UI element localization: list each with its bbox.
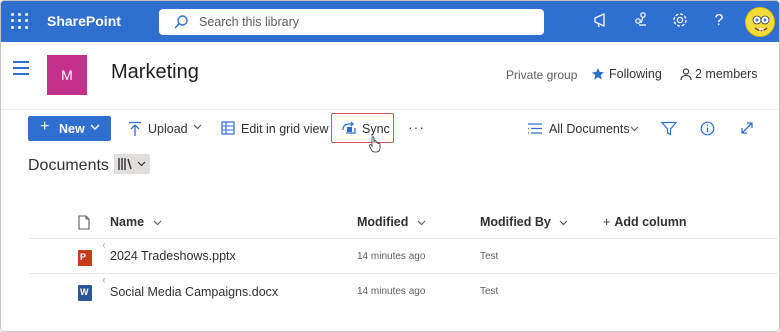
search-input[interactable]: Search this library [159, 9, 544, 35]
table-row[interactable]: W ⁽ Social Media Campaigns.docx 14 minut… [28, 273, 778, 307]
file-type-icon[interactable] [78, 215, 90, 230]
site-title[interactable]: Marketing [111, 61, 199, 84]
site-logo[interactable]: M [47, 55, 87, 95]
avatar[interactable] [745, 7, 775, 37]
new-button[interactable]: + New [28, 116, 111, 141]
chevron-down-icon [417, 220, 426, 226]
gear-icon[interactable] [670, 11, 690, 31]
new-file-indicator-icon: ⁽ [103, 277, 106, 287]
column-modified-by-label: Modified By [480, 215, 551, 229]
star-icon [592, 68, 604, 80]
app-name[interactable]: SharePoint [47, 13, 121, 29]
table-header: Name Modified Modified By + Add column [1, 206, 779, 238]
share-icon[interactable] [631, 11, 651, 31]
sync-icon [342, 121, 356, 134]
modified-date: 14 minutes ago [357, 251, 426, 262]
modified-date: 14 minutes ago [357, 286, 426, 297]
library-icon [118, 158, 132, 170]
chevron-down-icon [630, 126, 639, 132]
modified-by: Test [480, 286, 499, 297]
megaphone-icon[interactable] [591, 11, 611, 31]
hamburger-menu-icon[interactable] [13, 61, 29, 75]
plus-icon: + [40, 118, 50, 135]
upload-icon [129, 121, 141, 136]
edit-grid-view-label: Edit in grid view [241, 122, 329, 136]
person-icon [680, 68, 692, 81]
library-title[interactable]: Documents [28, 157, 109, 175]
column-header-modified[interactable]: Modified [357, 215, 426, 229]
new-file-indicator-icon: ⁽ [103, 242, 106, 252]
column-name-label: Name [110, 215, 145, 229]
plus-icon: + [603, 215, 611, 229]
waffle-icon[interactable] [9, 11, 29, 31]
list-view-icon [528, 123, 542, 134]
chevron-down-icon [193, 124, 202, 130]
word-file-icon: W [78, 285, 92, 301]
library-view-button[interactable] [114, 154, 150, 174]
table-row[interactable]: P ⁽ 2024 Tradeshows.pptx 14 minutes ago … [28, 238, 778, 272]
chevron-down-icon [559, 220, 568, 226]
column-header-modified-by[interactable]: Modified By [480, 215, 568, 229]
grid-icon [221, 121, 235, 135]
column-modified-label: Modified [357, 215, 409, 229]
suite-bar: SharePoint Search this library ? [1, 1, 779, 42]
modified-by: Test [480, 251, 499, 262]
command-bar: + New Upload Edit in grid view Sync ··· … [1, 109, 779, 147]
add-column-label: Add column [614, 215, 687, 229]
file-name[interactable]: 2024 Tradeshows.pptx [110, 249, 236, 263]
following-label: Following [609, 67, 662, 81]
new-label: New [59, 122, 85, 136]
upload-label: Upload [148, 122, 188, 136]
more-options-button[interactable]: ··· [408, 119, 425, 135]
chevron-down-icon [137, 161, 146, 167]
add-column-button[interactable]: + Add column [603, 215, 687, 229]
powerpoint-file-icon: P [78, 250, 92, 266]
chevron-down-icon [90, 124, 100, 130]
privacy-label: Private group [506, 68, 578, 82]
column-header-name[interactable]: Name [110, 215, 162, 229]
view-label: All Documents [549, 122, 630, 136]
sharepoint-window: SharePoint Search this library ? M Marke… [0, 0, 780, 332]
members-label: 2 members [695, 67, 758, 81]
search-placeholder: Search this library [199, 15, 300, 29]
sync-label: Sync [362, 122, 390, 136]
hand-cursor-icon [368, 136, 381, 153]
file-name[interactable]: Social Media Campaigns.docx [110, 285, 278, 299]
chevron-down-icon [153, 220, 161, 226]
help-icon[interactable]: ? [709, 12, 729, 32]
search-icon [174, 15, 188, 29]
